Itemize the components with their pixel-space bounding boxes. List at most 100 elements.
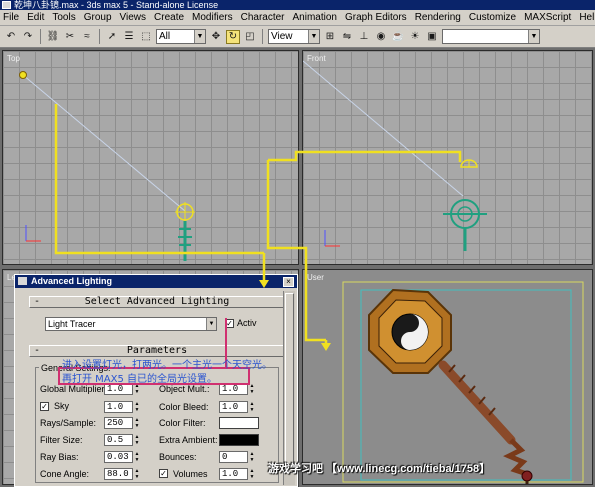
viewport-top[interactable]: Top [2,50,299,265]
dialog-title-bar[interactable]: Advanced Lighting [15,275,297,288]
menu-graph-editors[interactable]: Graph Editors [345,12,407,23]
filter-size-label: Filter Size: [40,435,83,445]
window-title: 乾坤八卦镜.max - 3ds max 5 - Stand-alone Lice… [14,0,219,10]
bagua-mirror [368,288,452,374]
color-filter-swatch[interactable] [219,417,259,429]
select-object-icon[interactable]: ➚ [105,30,119,44]
link-icon[interactable]: ⛓ [46,30,60,44]
spinner-arrows-icon[interactable]: ▲ ▼ [249,451,255,463]
global-multiplier-label: Global Multiplier: [40,384,108,394]
object-mult-spinner[interactable]: 1.0 [219,383,248,395]
close-icon[interactable]: × [283,277,294,287]
menu-maxscript[interactable]: MAXScript [524,12,571,23]
rays-sample-spinner[interactable]: 250 [104,417,133,429]
menu-views[interactable]: Views [120,12,147,23]
mirror-icon[interactable]: ⇋ [340,30,354,44]
spinner-arrows-icon[interactable]: ▲ ▼ [134,451,140,463]
pivot-center-icon[interactable]: ⊞ [323,30,337,44]
chevron-down-icon: ▼ [206,318,216,330]
toolbar-separator [40,29,41,44]
chevron-down-icon: ▼ [308,30,319,43]
rectangular-selection-icon[interactable]: ⬚ [139,30,153,44]
render-scene-icon[interactable]: ☕ [391,30,405,44]
watermark: 游戏学习吧 【www.linecg.com/tieba/1758】 [268,463,491,475]
select-by-name-icon[interactable]: ☰ [122,30,136,44]
spinner-arrows-icon[interactable]: ▲ ▼ [249,383,255,395]
cone-angle-label: Cone Angle: [40,469,90,479]
app-icon [18,277,27,285]
select-and-move-icon[interactable]: ✥ [209,30,223,44]
sky-checkbox[interactable]: ✓ [40,402,49,411]
color-bleed-label: Color Bleed: [159,402,209,412]
user-viewport-scene [342,281,584,484]
lighting-plugin-select[interactable]: Light Tracer ▼ [45,317,217,331]
volumes-label: Volumes [173,469,208,479]
top-viewport-scene [19,71,195,261]
collapse-icon: - [34,296,41,307]
dialog-scrollbar[interactable] [283,291,295,485]
menu-create[interactable]: Create [154,12,184,23]
chevron-down-icon: ▼ [194,30,205,43]
align-icon[interactable]: ⊥ [357,30,371,44]
sky-label: Sky [54,401,70,411]
undo-icon[interactable]: ↶ [4,30,18,44]
bounces-spinner[interactable]: 0 [219,451,248,463]
spinner-arrows-icon[interactable]: ▲ ▼ [134,401,140,413]
active-checkbox[interactable]: ✓ [225,319,234,328]
collapse-icon: - [34,345,41,356]
title-bar: 乾坤八卦镜.max - 3ds max 5 - Stand-alone Lice… [0,0,595,10]
ray-bias-label: Ray Bias: [40,452,79,462]
reference-coordinate-dropdown[interactable]: View ▼ [268,29,320,44]
rollout-select-advanced-lighting[interactable]: - Select Advanced Lighting [29,296,285,308]
menu-tools[interactable]: Tools [52,12,75,23]
spinner-arrows-icon[interactable]: ▲ ▼ [249,401,255,413]
bind-space-warp-icon[interactable]: ≈ [80,30,94,44]
volumes-spinner[interactable]: 1.0 [219,468,248,480]
viewport-user[interactable]: User [302,269,593,485]
toolbar-separator [262,29,263,44]
menu-bar: File Edit Tools Group Views Create Modif… [0,10,595,26]
redo-icon[interactable]: ↷ [21,30,35,44]
color-filter-label: Color Filter: [159,418,206,428]
menu-rendering[interactable]: Rendering [415,12,461,23]
select-and-scale-icon[interactable]: ◰ [243,30,257,44]
object-mult-label: Object Mult.: [159,384,210,394]
viewport-front[interactable]: Front [302,50,593,265]
quick-render-icon[interactable]: ☀ [408,30,422,44]
filter-size-spinner[interactable]: 0.5 [104,434,133,446]
annotation-line-2: 再打开 MAX5 自已的全局光设置。 [62,374,218,385]
spinner-arrows-icon[interactable]: ▲ ▼ [134,417,140,429]
dialog-title: Advanced Lighting [31,276,112,286]
menu-help[interactable]: Help [579,12,595,23]
front-viewport-scene [303,60,487,251]
spinner-arrows-icon[interactable]: ▲ ▼ [134,468,140,480]
color-bleed-spinner[interactable]: 1.0 [219,401,248,413]
menu-group[interactable]: Group [84,12,112,23]
menu-character[interactable]: Character [241,12,285,23]
spinner-arrows-icon[interactable]: ▲ ▼ [134,434,140,446]
menu-customize[interactable]: Customize [469,12,516,23]
rays-sample-label: Rays/Sample: [40,418,97,428]
ray-bias-spinner[interactable]: 0.03 [104,451,133,463]
render-type-dropdown[interactable]: ▼ [442,29,540,44]
main-toolbar: ↶ ↷ ⛓ ✂ ≈ ➚ ☰ ⬚ All ▼ ✥ ↻ ◰ View ▼ ⊞ ⇋ ⊥ ◉… [0,26,595,48]
menu-animation[interactable]: Animation [293,12,337,23]
extra-ambient-swatch[interactable] [219,434,259,446]
menu-edit[interactable]: Edit [27,12,44,23]
cone-angle-spinner[interactable]: 88.0 [104,468,133,480]
spinner-arrows-icon[interactable]: ▲ ▼ [249,468,255,480]
menu-modifiers[interactable]: Modifiers [192,12,233,23]
select-and-rotate-icon[interactable]: ↻ [226,29,240,44]
material-editor-icon[interactable]: ◉ [374,30,388,44]
toolbar-separator [99,29,100,44]
active-label: Activ [237,318,257,328]
unlink-icon[interactable]: ✂ [63,30,77,44]
selection-filter-dropdown[interactable]: All ▼ [156,29,206,44]
volumes-checkbox[interactable]: ✓ [159,469,168,478]
render-type-icon[interactable]: ▣ [425,30,439,44]
annotation-line-1: 进入设置灯光，打两光。一个主光一个天空光。 [62,360,272,371]
app-icon [2,1,11,9]
sky-spinner[interactable]: 1.0 [104,401,133,413]
scrollbar-thumb[interactable] [285,293,294,473]
menu-file[interactable]: File [3,12,19,23]
